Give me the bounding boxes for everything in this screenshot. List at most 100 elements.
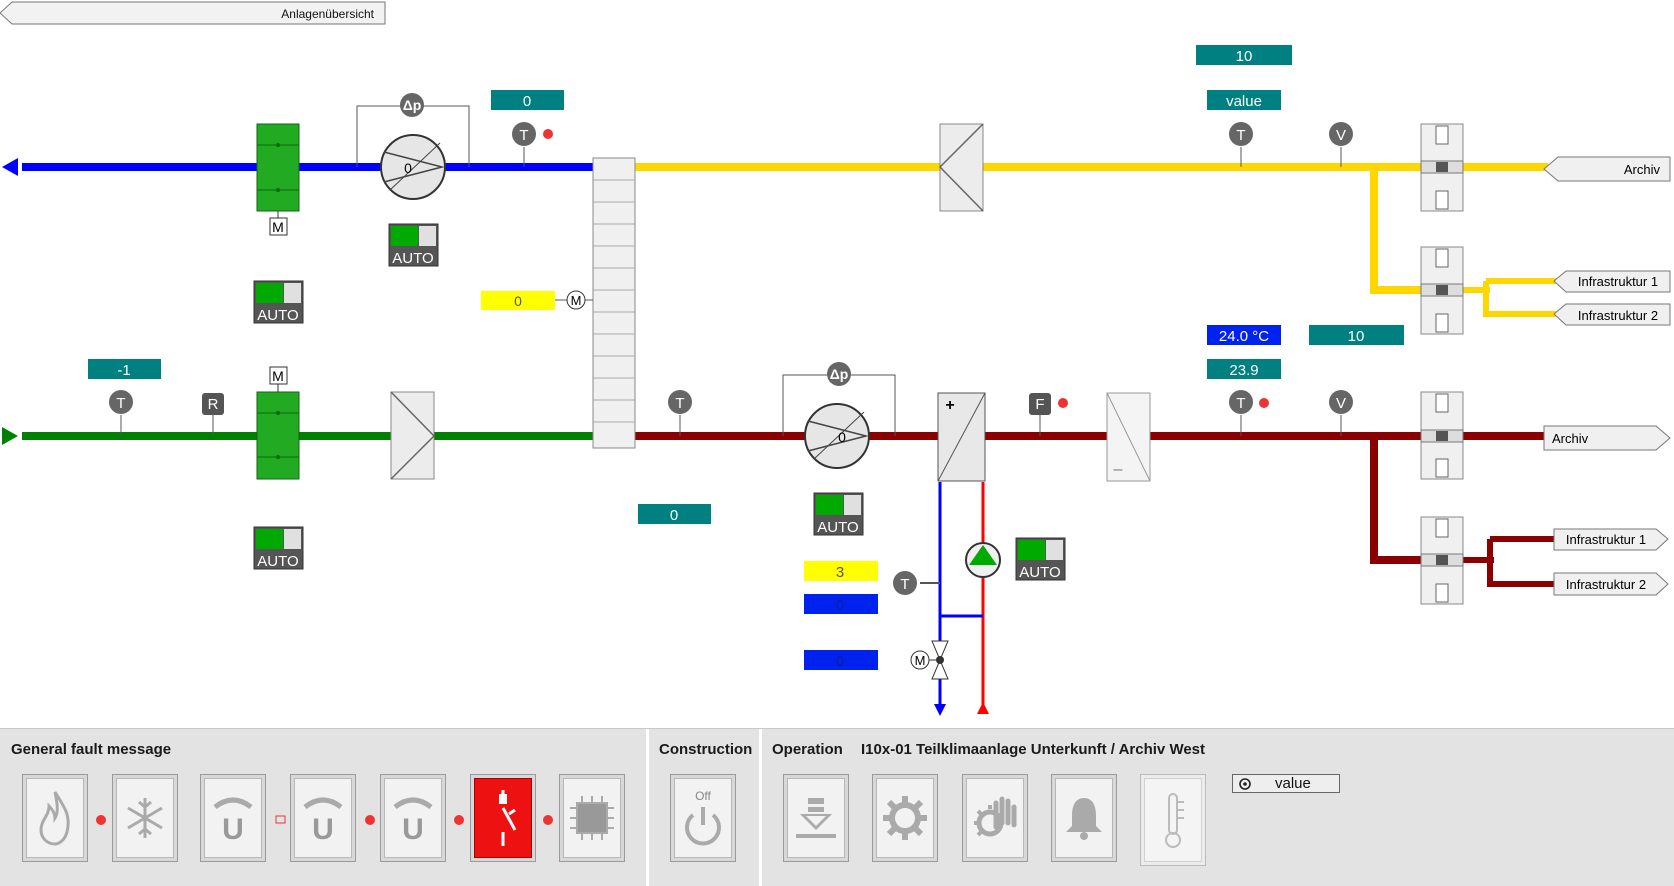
manual-override-button[interactable] — [962, 774, 1028, 862]
svg-text:AUTO: AUTO — [1019, 564, 1060, 581]
outlet-infra1-top[interactable]: Infrastruktur 1 — [1553, 270, 1671, 293]
outlet-infra2-bottom[interactable]: Infrastruktur 2 — [1553, 572, 1669, 596]
heater-valve[interactable]: M — [910, 640, 949, 680]
outdoor-temp-sensor[interactable]: T — [109, 390, 133, 436]
outlet-infra2-top[interactable]: Infrastruktur 2 — [1553, 303, 1671, 326]
extract-flow-sensor[interactable]: V — [1329, 122, 1353, 167]
supply-temp-sensor[interactable]: T — [1229, 390, 1253, 436]
extract-temp-sensor[interactable]: T — [1229, 122, 1253, 167]
outlet-archive-top[interactable]: Archiv — [1543, 156, 1671, 182]
settings-button[interactable] — [872, 774, 938, 862]
after-wheel-temp-sensor[interactable]: T — [668, 390, 692, 436]
filter-u-icon: U — [393, 797, 433, 845]
svg-text:T: T — [675, 395, 684, 412]
fire-fault-button[interactable] — [22, 774, 88, 862]
outdoor-r-sensor[interactable]: R — [202, 393, 224, 436]
wheel-setpoint[interactable]: 0 — [481, 291, 555, 310]
exhaust-arrow — [2, 158, 18, 176]
heater-output-value[interactable]: 3 — [804, 561, 878, 581]
svg-text:R: R — [208, 396, 219, 413]
supply-temp-actual[interactable]: 23.9 — [1207, 359, 1281, 379]
filter-fault-button-1[interactable]: U — [200, 774, 266, 862]
heater-pump[interactable] — [965, 542, 1001, 578]
flame-icon — [39, 791, 70, 846]
svg-text:AUTO: AUTO — [817, 519, 858, 536]
outlet-archive-bottom[interactable]: Archiv — [1543, 425, 1671, 451]
filter-fault-button-3[interactable]: U — [380, 774, 446, 862]
exhaust-value[interactable]: 0 — [491, 90, 564, 110]
svg-text:3: 3 — [836, 564, 844, 581]
cooler-coil[interactable]: – — [1106, 392, 1151, 482]
vav-archive-supply[interactable] — [1420, 391, 1464, 480]
svg-text:0: 0 — [404, 160, 412, 176]
frost-fault-button[interactable] — [112, 774, 178, 862]
svg-text:Infrastruktur 2: Infrastruktur 2 — [1578, 308, 1658, 323]
filter-3-alarm-icon — [453, 813, 465, 831]
extract-value-2[interactable]: value — [1207, 90, 1281, 110]
svg-text:10: 10 — [1236, 48, 1253, 65]
svg-text:M: M — [571, 293, 582, 308]
vav-infra-supply[interactable] — [1420, 516, 1464, 605]
svg-text:AUTO: AUTO — [257, 553, 298, 570]
auto-switch-exhaust-fan[interactable]: AUTO — [388, 223, 439, 267]
snowflake-icon — [127, 798, 163, 838]
outdoor-damper-motor[interactable]: M — [269, 366, 288, 392]
bell-icon — [1066, 798, 1102, 840]
alarm-bell-button[interactable] — [1051, 774, 1117, 862]
heat-recovery-wheel[interactable] — [592, 157, 636, 449]
svg-text:M: M — [272, 368, 284, 384]
auto-switch-pump[interactable]: AUTO — [1015, 537, 1066, 581]
exhaust-temp-sensor[interactable]: T — [512, 122, 536, 167]
construction-off-label: Off — [695, 789, 711, 803]
auto-switch-supply-fan[interactable]: AUTO — [813, 492, 864, 536]
extract-value-1[interactable]: 10 — [1196, 45, 1292, 65]
download-button[interactable] — [783, 774, 849, 862]
auto-switch-exhaust-damper[interactable]: AUTO — [253, 280, 304, 324]
exhaust-fan[interactable]: 0 — [380, 134, 446, 200]
exhaust-damper-motor[interactable]: M — [269, 211, 288, 236]
hand-sun-icon — [974, 796, 1017, 837]
operation-value-box[interactable]: value — [1232, 774, 1340, 793]
supply-fan[interactable]: 0 — [804, 403, 870, 469]
svg-text:0: 0 — [514, 293, 522, 309]
svg-text:+: + — [945, 397, 954, 414]
outdoor-arrow — [2, 427, 18, 445]
thermometer-button[interactable] — [1140, 774, 1206, 866]
heater-coil[interactable]: + — [937, 392, 986, 482]
operation-value-text: value — [1275, 775, 1311, 792]
extract-filter[interactable] — [938, 123, 984, 212]
svg-text:U: U — [312, 813, 334, 845]
controller-fault-button[interactable] — [559, 774, 625, 862]
outlet-infra1-bottom[interactable]: Infrastruktur 1 — [1553, 528, 1669, 551]
construction-power-button[interactable]: Off — [670, 774, 736, 862]
outdoor-damper[interactable] — [256, 391, 300, 480]
return-water-temp-sensor[interactable]: T — [893, 571, 917, 595]
frost-sensor[interactable]: F — [1029, 393, 1051, 436]
heater-value-blue-2[interactable]: 0 — [804, 650, 878, 670]
outdoor-value[interactable]: -1 — [88, 359, 161, 379]
exhaust-temp-alarm-icon — [543, 129, 553, 139]
heater-value-blue-1[interactable]: 0 — [804, 594, 878, 614]
filter-u-icon: U — [303, 797, 343, 845]
vav-infra-extract[interactable] — [1420, 246, 1464, 335]
supply-temp-setpoint[interactable]: 24.0 °C — [1207, 325, 1281, 345]
filter-1-indicator-icon — [275, 813, 287, 831]
wheel-motor[interactable]: M — [555, 290, 593, 310]
supply-flow-sensor[interactable]: V — [1329, 390, 1353, 436]
svg-text:AUTO: AUTO — [257, 307, 298, 324]
vav-archive-extract[interactable] — [1420, 123, 1464, 212]
overview-button[interactable]: Anlagenübersicht — [0, 1, 386, 25]
supply-flow-value[interactable]: 10 — [1309, 325, 1404, 345]
after-wheel-value[interactable]: 0 — [638, 504, 711, 524]
svg-text:T: T — [900, 576, 909, 593]
filter-fault-button-2[interactable]: U — [290, 774, 356, 862]
svg-text:Archiv: Archiv — [1552, 431, 1589, 446]
svg-text:Archiv: Archiv — [1624, 162, 1661, 177]
construction-title: Construction — [659, 741, 753, 758]
auto-switch-outdoor-damper[interactable]: AUTO — [253, 526, 304, 570]
breaker-fault-button[interactable] — [470, 774, 536, 862]
exhaust-damper[interactable] — [256, 123, 300, 212]
outdoor-filter[interactable] — [390, 391, 436, 480]
filter-2-alarm-icon — [364, 813, 376, 831]
chip-icon — [570, 796, 614, 840]
